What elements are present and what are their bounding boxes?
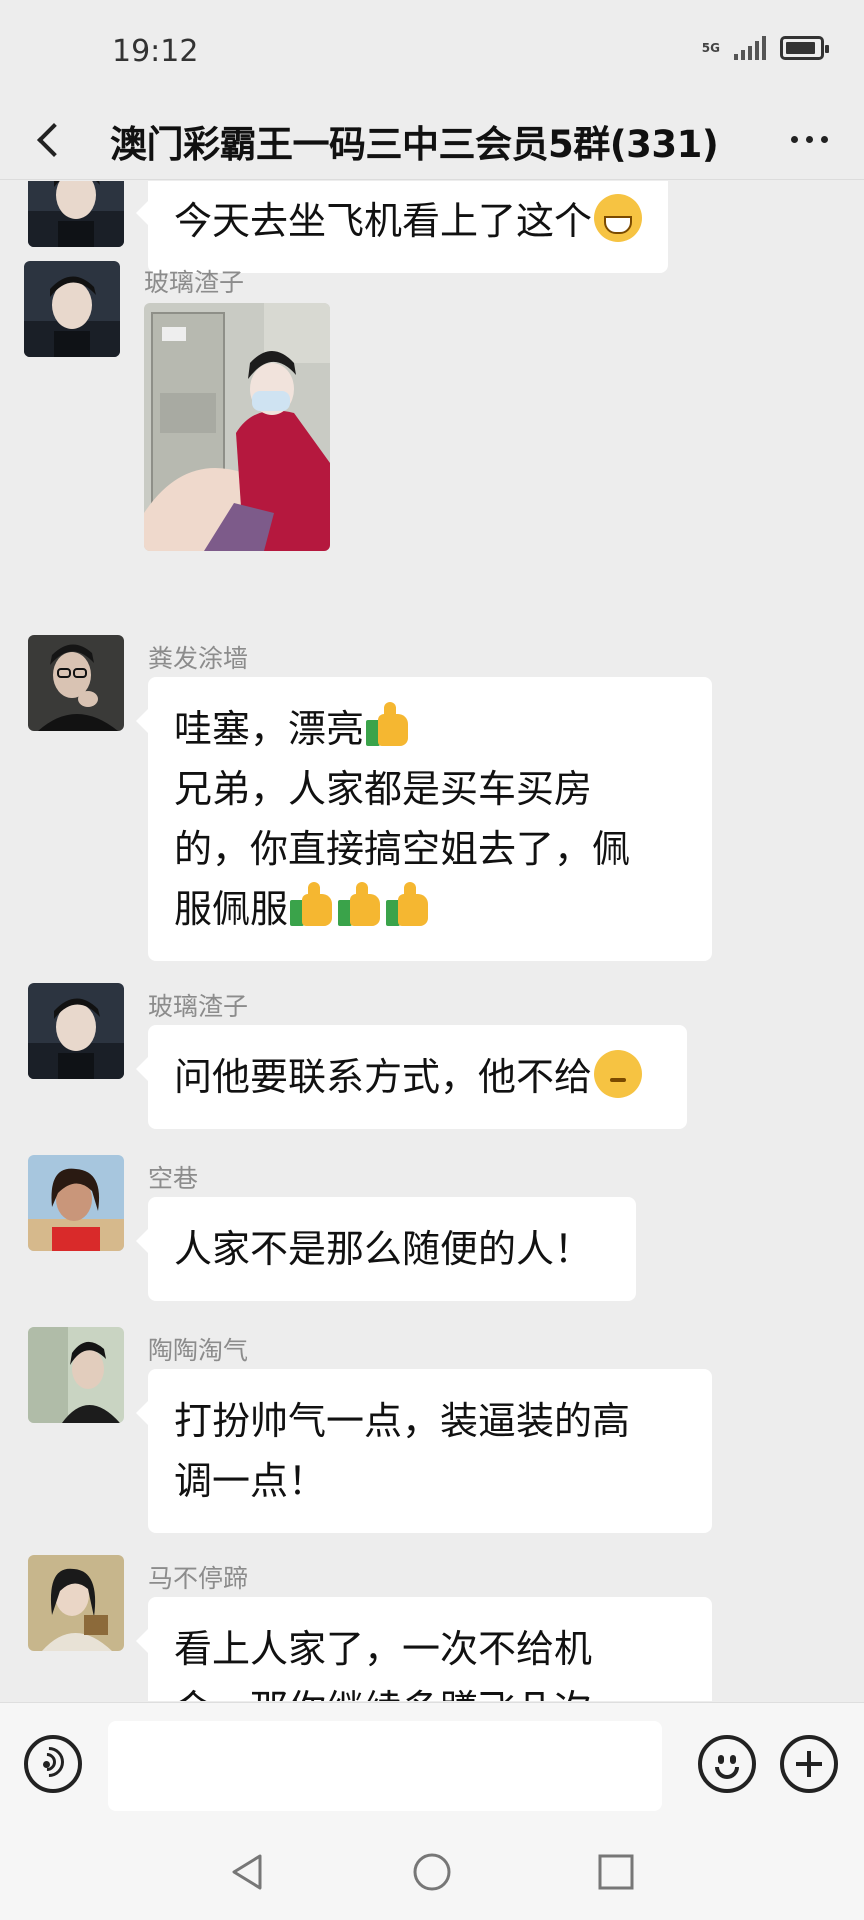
more-options-button[interactable] bbox=[784, 124, 834, 154]
status-time: 19:12 bbox=[112, 34, 199, 69]
nav-home-icon[interactable] bbox=[412, 1852, 452, 1892]
message-text: 人家不是那么随便的人！ bbox=[174, 1227, 593, 1271]
message-text: 兄弟，人家都是买车买房 bbox=[174, 767, 593, 811]
avatar[interactable] bbox=[28, 983, 124, 1079]
grin-emoji-icon bbox=[594, 194, 643, 242]
avatar[interactable] bbox=[28, 1327, 124, 1423]
message-text: 会，那你继续多蹲飞几次 bbox=[174, 1679, 686, 1701]
sender-name: 玻璃渣子 bbox=[148, 992, 249, 1021]
plus-icon[interactable] bbox=[780, 1735, 838, 1793]
message-bubble[interactable]: 哇塞，漂亮 兄弟，人家都是买车买房 的，你直接搞空姐去了，佩 服佩服 bbox=[136, 677, 712, 961]
message-text: 的，你直接搞空姐去了，佩 bbox=[174, 827, 631, 871]
message-input[interactable] bbox=[108, 1721, 662, 1811]
avatar[interactable] bbox=[28, 635, 124, 731]
nav-recent-icon[interactable] bbox=[596, 1852, 636, 1892]
system-nav-bar bbox=[0, 1824, 864, 1920]
avatar[interactable] bbox=[24, 261, 120, 357]
thumbs-up-icon bbox=[288, 882, 334, 928]
message-text: 问他要联系方式，他不给 bbox=[174, 1055, 593, 1099]
message-text: 今天去坐飞机看上了这个 bbox=[174, 199, 593, 243]
chat-title: 澳门彩霸王一码三中三会员5群(331) bbox=[110, 123, 719, 166]
chat-header: 澳门彩霸王一码三中三会员5群(331) bbox=[0, 100, 864, 180]
avatar[interactable] bbox=[28, 1555, 124, 1651]
message-text: 服佩服 bbox=[174, 887, 289, 931]
emoji-icon[interactable] bbox=[698, 1735, 756, 1793]
message-bubble[interactable]: 今天去坐飞机看上了这个 bbox=[135, 181, 669, 273]
message-bubble[interactable]: 看上人家了，一次不给机 会，那你继续多蹲飞几次 bbox=[136, 1597, 712, 1701]
thumbs-up-icon bbox=[364, 702, 410, 748]
thumbs-up-icon bbox=[384, 882, 430, 928]
message-image[interactable] bbox=[144, 303, 330, 551]
avatar[interactable] bbox=[28, 1155, 124, 1251]
message-bubble[interactable]: 问他要联系方式，他不给 bbox=[136, 1025, 687, 1129]
message-text: 哇塞，漂亮 bbox=[174, 707, 365, 751]
network-type: 5G bbox=[701, 41, 720, 55]
sender-name: 空巷 bbox=[148, 1164, 199, 1193]
thinking-emoji-icon bbox=[594, 1050, 643, 1098]
avatar[interactable] bbox=[28, 181, 124, 247]
battery-icon bbox=[780, 36, 829, 60]
battery-fill bbox=[786, 42, 815, 54]
nav-back-icon[interactable] bbox=[228, 1852, 268, 1892]
message-text: 调一点！ bbox=[174, 1459, 327, 1503]
message-text: 打扮帅气一点，装逼装的高 bbox=[174, 1399, 631, 1443]
thumbs-up-icon bbox=[336, 882, 382, 928]
sender-name: 玻璃渣子 bbox=[144, 268, 245, 297]
chat-message-list[interactable]: 今天去坐飞机看上了这个 玻璃渣子 粪发涂墙 哇塞，漂亮 兄弟，人家都是买车买房 … bbox=[0, 181, 864, 1701]
back-button[interactable] bbox=[28, 116, 76, 164]
status-icons: 5G bbox=[701, 36, 829, 60]
signal-icon bbox=[734, 36, 766, 60]
chat-input-bar bbox=[0, 1702, 864, 1824]
sender-name: 粪发涂墙 bbox=[148, 644, 249, 673]
status-bar: 19:12 5G bbox=[0, 0, 864, 100]
sender-name: 陶陶淘气 bbox=[148, 1336, 249, 1365]
message-text: 看上人家了，一次不给机 bbox=[174, 1627, 593, 1671]
sender-name: 马不停蹄 bbox=[148, 1564, 249, 1593]
voice-icon[interactable] bbox=[24, 1735, 82, 1793]
message-bubble[interactable]: 打扮帅气一点，装逼装的高 调一点！ bbox=[136, 1369, 712, 1533]
message-bubble[interactable]: 人家不是那么随便的人！ bbox=[136, 1197, 636, 1301]
